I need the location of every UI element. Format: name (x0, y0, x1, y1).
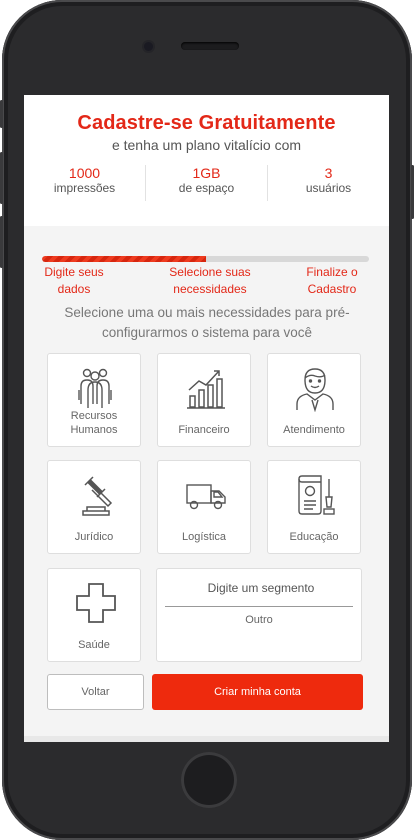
need-label-line: Atendimento (283, 424, 345, 436)
hint-line: configurarmos o sistema para você (101, 325, 313, 340)
need-label: Recursos Humanos (48, 409, 140, 437)
step-finish: Finalize o Cadastro (300, 264, 364, 298)
need-label-line: Jurídico (74, 531, 114, 543)
segment-input[interactable] (165, 575, 357, 601)
need-card-rh[interactable]: Recursos Humanos (47, 353, 141, 447)
stat-users: 3 usuários (268, 165, 389, 201)
need-label: Jurídico (48, 530, 140, 544)
people-group-icon (78, 368, 112, 408)
plan-stats: 1000 impressões 1GB de espaço 3 usuários (24, 165, 389, 201)
page-title: Cadastre-se Gratuitamente (77, 112, 336, 134)
stat-label: usuários (305, 181, 352, 195)
attendant-icon (296, 368, 334, 412)
stat-storage: 1GB de espaço (146, 165, 268, 201)
need-label-line: Humanos (70, 424, 118, 436)
need-label: Financeiro (158, 423, 250, 437)
need-label: Educação (268, 530, 360, 544)
need-card-atendimento[interactable]: Atendimento (267, 353, 361, 447)
front-camera (144, 42, 153, 51)
need-label-line: Saúde (78, 639, 110, 651)
need-label-line: Logística (181, 531, 227, 543)
signup-header: Cadastre-se Gratuitamente e tenha um pla… (24, 95, 389, 226)
stat-label: impressões (53, 181, 116, 195)
stat-value: 1GB (192, 165, 221, 181)
need-card-financeiro[interactable]: Financeiro (157, 353, 251, 447)
need-card-educacao[interactable]: Educação (267, 460, 361, 554)
signup-screen: Cadastre-se Gratuitamente e tenha um pla… (24, 95, 389, 742)
need-label: Atendimento (268, 423, 360, 437)
stat-impressions: 1000 impressões (24, 165, 146, 201)
other-segment-card: Outro (156, 568, 362, 662)
mute-switch (0, 100, 3, 128)
stat-value: 1000 (68, 165, 101, 181)
stat-label: de espaço (178, 181, 235, 195)
volume-up-button (0, 152, 3, 204)
step-line: dados (57, 282, 91, 296)
need-label: Saúde (48, 638, 140, 652)
need-card-juridico[interactable]: Jurídico (47, 460, 141, 554)
certificate-icon (298, 475, 335, 515)
bar-chart-icon (187, 370, 225, 409)
need-card-logistica[interactable]: Logística (157, 460, 251, 554)
page-subtitle: e tenha um plano vitalício com (111, 137, 302, 153)
step-line: Digite seus (44, 265, 104, 279)
speaker (181, 42, 239, 50)
gavel-icon (82, 476, 113, 516)
need-label: Logística (158, 530, 250, 544)
segment-label: Outro (245, 614, 273, 626)
signup-progress-bar (42, 256, 369, 262)
back-button[interactable]: Voltar (47, 674, 144, 710)
step-line: necessidades (173, 282, 247, 296)
step-line: Cadastro (307, 282, 357, 296)
home-button[interactable] (181, 752, 237, 808)
health-cross-icon (76, 583, 116, 623)
needs-instructions: Selecione uma ou mais necessidades para … (52, 303, 362, 343)
need-label-line: Educação (289, 531, 339, 543)
step-line: Selecione suas (169, 265, 251, 279)
create-account-button[interactable]: Criar minha conta (152, 674, 363, 710)
segment-input-underline (165, 606, 353, 607)
need-card-saude[interactable]: Saúde (47, 568, 141, 662)
stat-value: 3 (324, 165, 333, 181)
step-data: Digite seus dados (38, 264, 110, 298)
progress-fill (42, 256, 206, 262)
signup-steps: Digite seus dados Selecione suas necessi… (38, 264, 373, 298)
volume-down-button (0, 216, 3, 268)
need-label-line: Financeiro (178, 424, 230, 436)
step-line: Finalize o (306, 265, 358, 279)
need-label-line: Recursos (70, 410, 118, 422)
step-needs: Selecione suas necessidades (160, 264, 260, 298)
bottom-divider (24, 736, 389, 742)
hint-line: Selecione uma ou mais necessidades para … (64, 305, 350, 320)
truck-icon (186, 484, 226, 510)
